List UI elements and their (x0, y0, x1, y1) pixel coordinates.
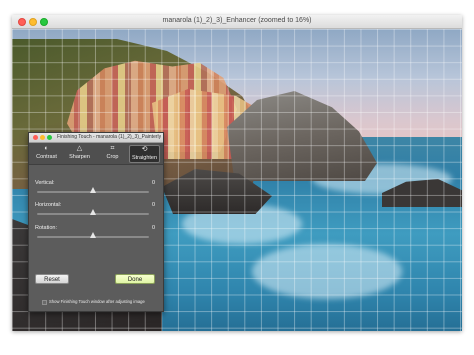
slider-thumb[interactable] (90, 187, 96, 193)
panel-title: Finishing Touch - manarola (1)_2)_3)_Pai… (57, 134, 161, 140)
horizontal-label: Horizontal: (35, 202, 62, 208)
tool-label: Straighten (131, 155, 158, 161)
done-button[interactable]: Done (115, 274, 155, 284)
window-title: manarola (1)_2)_3)_Enhancer (zoomed to 1… (162, 17, 312, 24)
vertical-label: Vertical: (35, 180, 55, 186)
show-panel-checkbox-label: Show Finishing Touch window after adjust… (49, 299, 145, 304)
slider-thumb[interactable] (90, 209, 96, 215)
horizontal-slider[interactable] (37, 209, 149, 215)
horizontal-value: 0 (151, 202, 155, 208)
tool-sharpen[interactable]: △ Sharpen (64, 145, 95, 163)
reset-button[interactable]: Reset (35, 274, 69, 284)
crop-icon: ⌗ (110, 145, 115, 152)
slider-thumb[interactable] (90, 232, 96, 238)
rotation-value: 0 (151, 225, 155, 231)
vertical-value: 0 (151, 180, 155, 186)
straighten-icon: ⟲ (141, 146, 148, 153)
vertical-slider[interactable] (37, 187, 149, 193)
tool-label: Sharpen (69, 154, 90, 160)
rotation-slider[interactable] (37, 232, 149, 238)
minimize-panel-button[interactable] (40, 135, 45, 140)
window-titlebar[interactable]: manarola (1)_2)_3)_Enhancer (zoomed to 1… (12, 15, 462, 29)
panel-titlebar[interactable]: Finishing Touch - manarola (1)_2)_3)_Pai… (29, 133, 163, 143)
tool-label: Contrast (36, 154, 57, 160)
tool-label: Crop (106, 154, 119, 160)
tool-crop[interactable]: ⌗ Crop (97, 145, 128, 163)
rotation-label: Rotation: (35, 225, 58, 231)
show-panel-checkbox[interactable] (42, 300, 47, 305)
close-panel-button[interactable] (33, 135, 38, 140)
sharpen-icon: △ (76, 145, 83, 152)
tool-bar: ◐ Contrast △ Sharpen ⌗ Crop ⟲ Straighten (29, 143, 163, 165)
contrast-icon: ◐ (44, 145, 49, 152)
finishing-touch-panel: Finishing Touch - manarola (1)_2)_3)_Pai… (28, 132, 164, 312)
tool-contrast[interactable]: ◐ Contrast (31, 145, 62, 163)
tool-straighten[interactable]: ⟲ Straighten (129, 145, 160, 163)
zoom-panel-button[interactable] (47, 135, 52, 140)
